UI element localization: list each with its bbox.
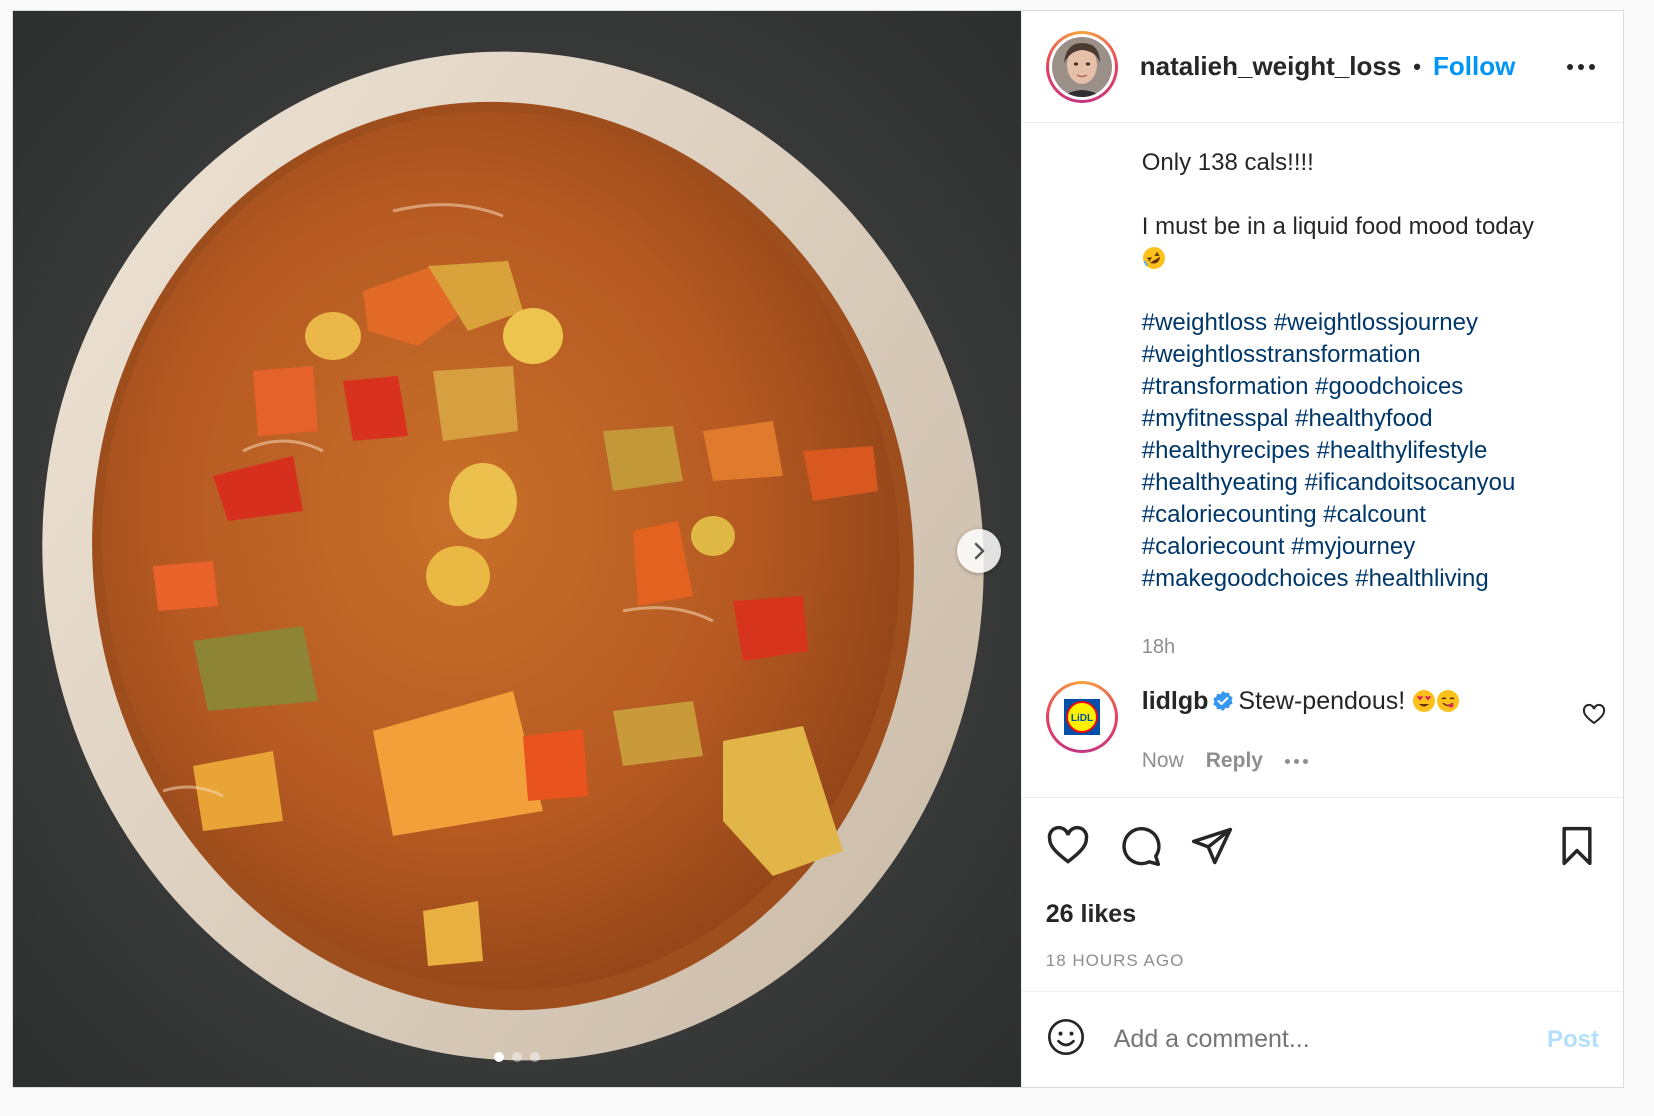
- yum-emoji: [1437, 690, 1460, 712]
- heart-outline-icon: [1582, 703, 1605, 725]
- comment-text: Stew-pendous!: [1238, 687, 1406, 715]
- author-avatar[interactable]: [1045, 30, 1118, 103]
- more-dot-icon: [1578, 63, 1584, 70]
- header-separator: •: [1413, 53, 1421, 79]
- comment-button[interactable]: [1118, 824, 1162, 868]
- hashtag-line: #weightloss #weightlossjourney: [1142, 307, 1583, 339]
- post-comment-button[interactable]: Post: [1547, 1026, 1599, 1054]
- post-actions-section: 26 likes 18 HOURS AGO: [1021, 797, 1623, 971]
- rolling-on-floor-laughing-emoji: [1142, 247, 1165, 269]
- hashtag-link[interactable]: #makegoodchoices: [1142, 565, 1349, 592]
- hashtag-line: #transformation #goodchoices: [1142, 371, 1583, 403]
- hashtag-link[interactable]: #healthyfood: [1295, 405, 1432, 432]
- more-dot-icon: [1567, 63, 1573, 70]
- hashtag-link[interactable]: #calcount: [1323, 501, 1426, 528]
- hashtag-link[interactable]: #weightlosstransformation: [1142, 341, 1421, 368]
- comment-meta: Now Reply: [1142, 749, 1308, 773]
- soup-bowl-photo: [13, 11, 1021, 1087]
- instagram-post: natalieh_weight_loss • Follow Only 138 c…: [12, 10, 1624, 1088]
- hashtag-line: #healthyrecipes #healthylifestyle: [1142, 435, 1583, 467]
- heart-eyes-emoji: [1413, 690, 1436, 712]
- hashtag-link[interactable]: #myjourney: [1291, 533, 1415, 560]
- heart-icon: [1047, 825, 1089, 864]
- hashtag-link[interactable]: #healthyeating: [1142, 469, 1298, 496]
- caption-timestamp: 18h: [1141, 636, 1176, 658]
- hashtag-link[interactable]: #healthylifestyle: [1317, 437, 1488, 464]
- carousel-dot-1: [493, 1052, 504, 1062]
- hashtag-link[interactable]: #caloriecounting: [1142, 501, 1317, 528]
- post-caption: Only 138 cals!!!! I must be in a liquid …: [1022, 123, 1623, 658]
- hashtag-line: #myfitnesspal #healthyfood: [1142, 403, 1583, 435]
- post-side-panel: natalieh_weight_loss • Follow Only 138 c…: [1020, 11, 1623, 1087]
- smiley-face-icon: [1047, 1019, 1084, 1055]
- hashtag-link[interactable]: #myfitnesspal: [1142, 405, 1289, 432]
- reply-button[interactable]: Reply: [1206, 749, 1263, 773]
- hashtag-list: #weightloss #weightlossjourney #weightlos…: [1142, 307, 1583, 595]
- post-header: natalieh_weight_loss • Follow: [1021, 11, 1623, 123]
- lidl-logo-text: LiDL: [1071, 713, 1093, 724]
- hashtag-line: #makegoodchoices #healthliving: [1142, 563, 1583, 595]
- comment-options-button[interactable]: [1284, 758, 1308, 764]
- hashtag-line: #caloriecount #myjourney: [1142, 531, 1583, 563]
- comment-bubble-icon: [1122, 826, 1161, 867]
- comment-author[interactable]: lidlgb: [1142, 687, 1209, 715]
- comment-input[interactable]: [1113, 1025, 1547, 1054]
- save-button[interactable]: [1555, 824, 1599, 868]
- hashtag-link[interactable]: #caloriecount: [1142, 533, 1285, 560]
- carousel-next-button[interactable]: [957, 529, 1001, 573]
- hashtag-link[interactable]: #transformation: [1142, 373, 1309, 400]
- comment-timestamp: Now: [1141, 749, 1184, 772]
- more-dot-icon: [1589, 63, 1595, 70]
- emoji-picker-button[interactable]: [1046, 1017, 1086, 1062]
- action-bar: [1046, 798, 1599, 894]
- commenter-avatar[interactable]: LiDL: [1045, 681, 1118, 753]
- lidl-logo: LiDL: [1055, 691, 1108, 743]
- hashtag-link[interactable]: #healthliving: [1355, 565, 1488, 592]
- hashtag-link[interactable]: #weightlossjourney: [1274, 309, 1478, 336]
- paper-plane-icon: [1191, 827, 1232, 865]
- bookmark-icon: [1562, 826, 1592, 866]
- carousel-dot-3: [529, 1052, 540, 1062]
- likes-count[interactable]: 26 likes: [1046, 900, 1599, 929]
- profile-photo: [1051, 36, 1112, 97]
- hashtag-line: #caloriecounting #calcount: [1142, 499, 1583, 531]
- caption-line: I must be in a liquid food mood today: [1141, 213, 1534, 240]
- hashtag-line: #weightlosstransformation: [1142, 339, 1583, 371]
- share-button[interactable]: [1190, 824, 1234, 868]
- verified-badge-icon: [1213, 691, 1234, 711]
- comment-like-button[interactable]: [1582, 703, 1606, 732]
- more-options-button[interactable]: [1559, 45, 1603, 89]
- comment-item: LiDL lidlgb Stew-pendous! Now Reply: [1045, 679, 1606, 779]
- hashtag-link[interactable]: #weightloss: [1142, 309, 1267, 336]
- hashtag-link[interactable]: #healthyrecipes: [1142, 437, 1310, 464]
- carousel-indicator: [13, 1052, 1021, 1062]
- comment-body: lidlgb Stew-pendous!: [1142, 687, 1460, 716]
- hashtag-link[interactable]: #ificandoitsocanyou: [1305, 469, 1516, 496]
- add-comment-bar: Post: [1021, 991, 1623, 1087]
- carousel-dot-2: [511, 1052, 522, 1062]
- follow-button[interactable]: Follow: [1433, 51, 1515, 82]
- post-photo[interactable]: [13, 11, 1021, 1087]
- hashtag-line: #healthyeating #ificandoitsocanyou: [1142, 467, 1583, 499]
- chevron-right-icon: [974, 542, 985, 560]
- hashtag-link[interactable]: #goodchoices: [1315, 373, 1463, 400]
- like-button[interactable]: [1046, 824, 1090, 868]
- caption-line: Only 138 cals!!!!: [1141, 149, 1314, 176]
- post-age: 18 HOURS AGO: [1045, 951, 1185, 970]
- author-username[interactable]: natalieh_weight_loss: [1140, 51, 1402, 82]
